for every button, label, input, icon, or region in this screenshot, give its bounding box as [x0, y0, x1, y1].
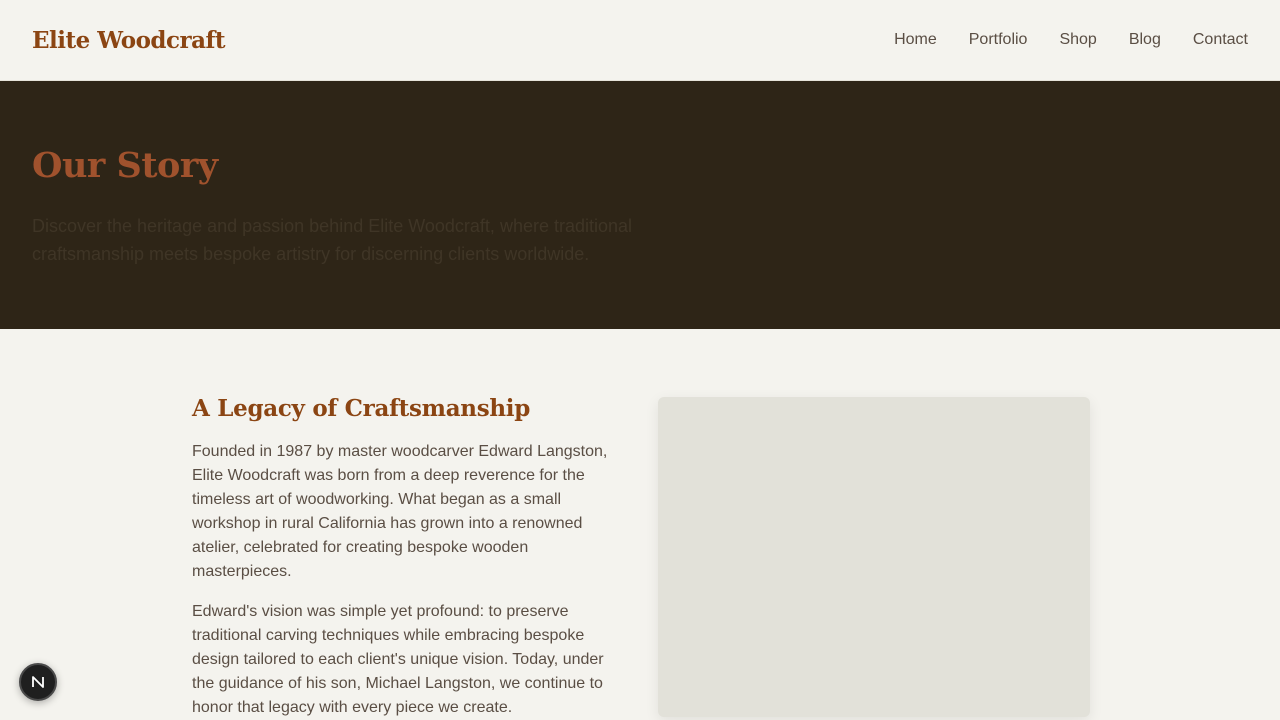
hero-section: Our Story Discover the heritage and pass… — [0, 81, 1280, 329]
nav-link-portfolio[interactable]: Portfolio — [969, 31, 1028, 49]
story-image-placeholder — [658, 397, 1090, 717]
story-section: A Legacy of Craftsmanship Founded in 198… — [0, 329, 1280, 720]
main-nav: Home Portfolio Shop Blog Contact — [894, 31, 1248, 49]
nav-link-home[interactable]: Home — [894, 31, 937, 49]
story-paragraph: Edward's vision was simple yet profound:… — [192, 603, 604, 716]
n-logo-icon — [32, 676, 44, 688]
nav-link-blog[interactable]: Blog — [1129, 31, 1161, 49]
story-title: A Legacy of Craftsmanship — [192, 395, 531, 422]
hero-title: Our Story — [32, 145, 218, 186]
story-paragraph: Founded in 1987 by master woodcarver Edw… — [192, 443, 608, 580]
hero-subtitle: Discover the heritage and passion behind… — [32, 216, 633, 264]
story-text-column: A Legacy of Craftsmanship Founded in 198… — [192, 395, 610, 720]
nav-link-contact[interactable]: Contact — [1193, 31, 1248, 49]
site-logo[interactable]: Elite Woodcraft — [32, 27, 226, 54]
site-header: Elite Woodcraft Home Portfolio Shop Blog… — [0, 0, 1280, 81]
floating-action-button[interactable] — [19, 663, 57, 701]
nav-link-shop[interactable]: Shop — [1059, 31, 1096, 49]
